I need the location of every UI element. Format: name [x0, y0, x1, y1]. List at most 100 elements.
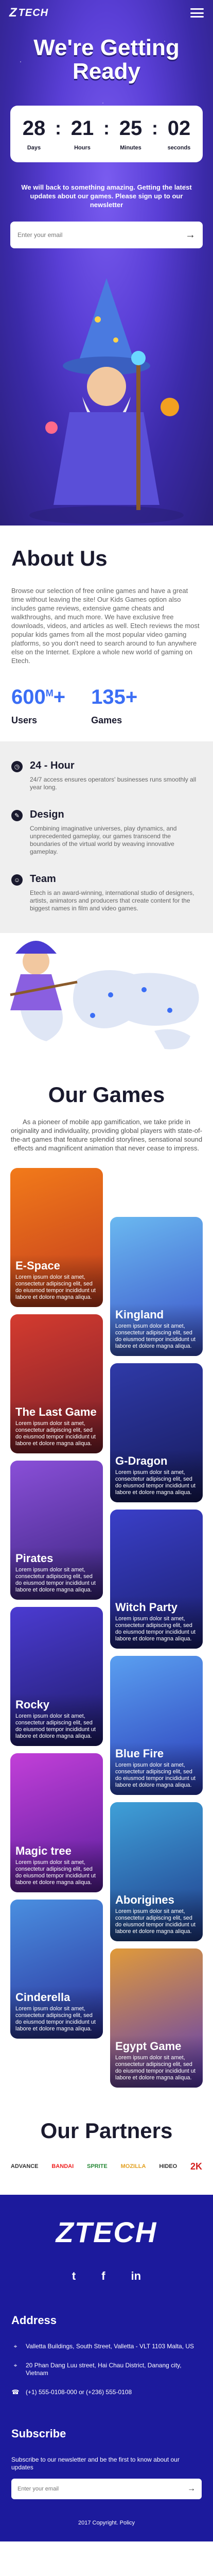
- game-desc: Lorem ipsum dolor sit amet, consectetur …: [115, 2055, 196, 2081]
- footer-logo[interactable]: ZTECH: [11, 2215, 202, 2249]
- phone-text: (+1) 555-0108-000 or (+236) 555-0108: [26, 2388, 132, 2396]
- game-title: Rocky: [15, 1698, 50, 1711]
- feature-title: Team: [30, 873, 56, 885]
- hero-description: We will back to something amazing. Getti…: [21, 183, 192, 209]
- feature-item: ☺ Team Etech is an award-winning, interna…: [11, 873, 202, 912]
- game-card[interactable]: Blue Fire Lorem ipsum dolor sit amet, con…: [110, 1656, 203, 1795]
- design-icon: ✎: [11, 810, 23, 821]
- footer: ZTECH t f in Address ⌖ Valletta Buildings…: [0, 2195, 213, 2541]
- game-title: Kingland: [115, 1308, 164, 1321]
- games-title: Our Games: [48, 1082, 165, 1107]
- partner-logo[interactable]: HIDEO: [159, 2159, 177, 2174]
- game-card[interactable]: Aborigines Lorem ipsum dolor sit amet, co…: [110, 1802, 203, 1941]
- subscribe-title: Subscribe: [11, 2427, 66, 2440]
- subscribe-form: →: [11, 2479, 202, 2499]
- game-card[interactable]: Kingland Lorem ipsum dolor sit amet, cons…: [110, 1217, 203, 1356]
- game-card[interactable]: Rocky Lorem ipsum dolor sit amet, consect…: [10, 1607, 103, 1746]
- game-desc: Lorem ipsum dolor sit amet, consectetur …: [115, 1908, 196, 1935]
- world-map-section: [0, 933, 213, 1062]
- game-desc: Lorem ipsum dolor sit amet, consectetur …: [15, 1274, 96, 1300]
- feature-desc: Etech is an award-winning, international…: [30, 889, 194, 912]
- partner-logo[interactable]: ADVANCE: [11, 2159, 39, 2174]
- address-item: ⌖ 20 Phan Dang Luu street, Hai Chau Distr…: [11, 2362, 202, 2377]
- linkedin-icon[interactable]: in: [131, 2269, 141, 2283]
- phone-icon: ☎: [11, 2388, 20, 2396]
- game-title: Aborigines: [115, 1893, 174, 1906]
- game-title: Egypt Game: [115, 2040, 182, 2053]
- address-item: ⌖ Valletta Buildings, South Street, Valle…: [11, 2343, 202, 2350]
- game-desc: Lorem ipsum dolor sit amet, consectetur …: [115, 1323, 196, 1349]
- game-desc: Lorem ipsum dolor sit amet, consectetur …: [15, 1859, 96, 1886]
- stat-label: Games: [91, 715, 122, 725]
- social-links: t f in: [11, 2269, 202, 2283]
- partner-logo[interactable]: BANDAI: [51, 2159, 74, 2174]
- facebook-icon[interactable]: f: [101, 2269, 105, 2283]
- feature-item: ✎ Design Combining imaginative universes,…: [11, 809, 202, 856]
- game-title: E-Space: [15, 1259, 60, 1272]
- hamburger-icon[interactable]: [190, 8, 204, 18]
- about-text: Browse our selection of free online game…: [11, 587, 200, 665]
- game-title: Witch Party: [115, 1601, 177, 1614]
- features-section: ◷ 24 - Hour 24/7 access ensures operators…: [0, 741, 213, 933]
- game-title: The Last Game: [15, 1405, 97, 1418]
- logo[interactable]: Z TECH: [9, 6, 48, 20]
- game-desc: Lorem ipsum dolor sit amet, consectetur …: [115, 1762, 196, 1788]
- partner-logo[interactable]: SPRITE: [87, 2159, 108, 2174]
- game-title: G-Dragon: [115, 1454, 168, 1467]
- feature-title: Design: [30, 809, 64, 820]
- game-card[interactable]: Pirates Lorem ipsum dolor sit amet, conse…: [10, 1461, 103, 1600]
- hero-email-input[interactable]: [17, 231, 185, 239]
- game-desc: Lorem ipsum dolor sit amet, consectetur …: [15, 2006, 96, 2032]
- games-intro: As a pioneer of mobile app gamification,…: [10, 1118, 203, 1152]
- stat-users: 600M+ Users: [11, 686, 65, 726]
- hero-title: We're Getting Ready: [33, 35, 180, 84]
- game-desc: Lorem ipsum dolor sit amet, consectetur …: [15, 1567, 96, 1593]
- about-section: About Us Browse our selection of free on…: [0, 526, 213, 741]
- games-section: Our Games As a pioneer of mobile app gam…: [0, 1062, 213, 2108]
- partners-title: Our Partners: [40, 2119, 173, 2143]
- partners-section: Our Partners ADVANCE BANDAI SPRITE MOZIL…: [0, 2108, 213, 2195]
- game-card[interactable]: The Last Game Lorem ipsum dolor sit amet,…: [10, 1314, 103, 1453]
- game-desc: Lorem ipsum dolor sit amet, consectetur …: [115, 1616, 196, 1642]
- arrow-right-icon[interactable]: →: [187, 2484, 196, 2494]
- twitter-icon[interactable]: t: [72, 2269, 76, 2283]
- game-card[interactable]: E-Space Lorem ipsum dolor sit amet, conse…: [10, 1168, 103, 1307]
- game-card[interactable]: Egypt Game Lorem ipsum dolor sit amet, co…: [110, 1948, 203, 2088]
- copyright: 2017 Copyright. Policy: [78, 2520, 135, 2526]
- game-card[interactable]: Magic tree Lorem ipsum dolor sit amet, co…: [10, 1753, 103, 1892]
- partner-logo[interactable]: 2K: [190, 2159, 202, 2174]
- stat-value: 135+: [91, 686, 138, 708]
- stat-suffix: +: [53, 686, 66, 708]
- stat-games: 135+ Games: [91, 686, 137, 726]
- countdown-days: 28: [22, 117, 46, 140]
- game-title: Magic tree: [15, 1844, 72, 1857]
- countdown-timer: 28 Days : 21 Hours : 25 Minutes : 02 seconds: [10, 106, 203, 162]
- stat-unit: M: [45, 688, 54, 699]
- game-desc: Lorem ipsum dolor sit amet, consectetur …: [115, 1469, 196, 1496]
- navbar: Z TECH: [0, 0, 213, 26]
- address-text: Valletta Buildings, South Street, Vallet…: [26, 2343, 194, 2350]
- arrow-right-icon[interactable]: →: [185, 229, 196, 241]
- address-title: Address: [11, 2314, 57, 2327]
- game-card[interactable]: Witch Party Lorem ipsum dolor sit amet, c…: [110, 1510, 203, 1649]
- game-title: Cinderella: [15, 1991, 70, 2004]
- countdown-hours: 21: [70, 117, 94, 140]
- game-desc: Lorem ipsum dolor sit amet, consectetur …: [15, 1420, 96, 1447]
- countdown-label: seconds: [167, 145, 191, 151]
- feature-item: ◷ 24 - Hour 24/7 access ensures operators…: [11, 760, 202, 791]
- world-map-illustration: [10, 941, 199, 1049]
- countdown-label: Hours: [74, 145, 91, 151]
- wizard-illustration: [29, 278, 184, 524]
- hero-section: Z TECH We're Getting Ready 28 Days : 21 Hou…: [0, 0, 213, 526]
- subscribe-email-input[interactable]: [17, 2486, 187, 2492]
- partner-logos: ADVANCE BANDAI SPRITE MOZILLA HIDEO 2K: [0, 2154, 213, 2179]
- game-card[interactable]: G-Dragon Lorem ipsum dolor sit amet, cons…: [110, 1363, 203, 1502]
- address-item: ☎ (+1) 555-0108-000 or (+236) 555-0108: [11, 2388, 202, 2396]
- game-card[interactable]: Cinderella Lorem ipsum dolor sit amet, co…: [10, 1900, 103, 2039]
- partner-logo[interactable]: MOZILLA: [121, 2159, 146, 2174]
- countdown-label: Minutes: [120, 145, 141, 151]
- feature-desc: Combining imaginative universes, play dy…: [30, 825, 177, 855]
- stats: 600M+ Users 135+ Games: [11, 686, 202, 726]
- game-title: Pirates: [15, 1552, 54, 1565]
- game-desc: Lorem ipsum dolor sit amet, consectetur …: [15, 1713, 96, 1739]
